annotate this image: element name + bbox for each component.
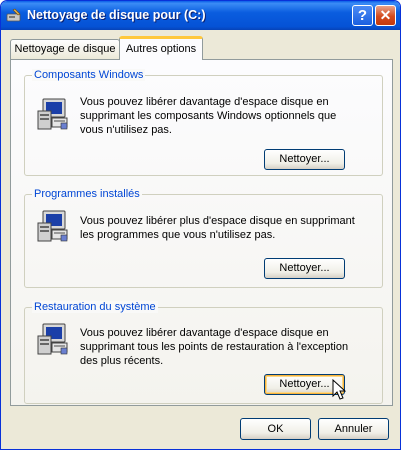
clean-windows-components-button[interactable]: Nettoyer... [264,149,345,170]
ok-button[interactable]: OK [240,418,311,440]
group-title: Restauration du système [32,301,158,313]
disk-cleanup-window: Nettoyage de disque pour (C:) ? ✕ Nettoy… [0,0,401,450]
window-title: Nettoyage de disque pour (C:) [27,8,206,22]
group-system-restore: Restauration du système Vous pouvez libé… [24,301,383,404]
help-button[interactable]: ? [352,5,373,26]
clean-installed-programs-button[interactable]: Nettoyer... [264,258,345,279]
close-button[interactable]: ✕ [375,5,396,26]
group-description: Vous pouvez libérer davantage d'espace d… [80,96,337,136]
computer-icon [37,210,68,242]
group-title: Composants Windows [32,69,146,81]
group-description: Vous pouvez libérer plus d'espace disque… [80,215,355,241]
group-installed-programs: Programmes installés Vous pouvez libérer… [24,188,383,288]
computer-icon [37,323,68,355]
group-windows-components: Composants Windows Vous pouvez libérer d… [24,69,383,176]
mouse-cursor-icon [332,379,346,400]
group-description: Vous pouvez libérer davantage d'espace d… [80,327,349,367]
cancel-button[interactable]: Annuler [318,418,389,440]
tab-disk-cleanup[interactable]: Nettoyage de disque [10,39,120,59]
tab-more-options[interactable]: Autres options [119,36,203,60]
disk-cleanup-icon [6,8,21,22]
computer-icon [37,98,68,130]
group-title: Programmes installés [32,188,142,200]
title-bar[interactable]: Nettoyage de disque pour (C:) ? ✕ [1,1,400,30]
